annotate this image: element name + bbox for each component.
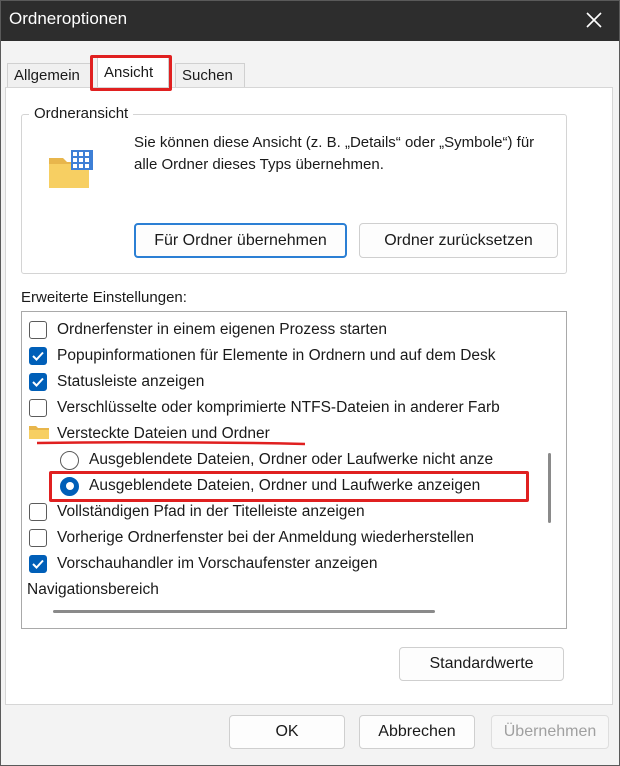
list-item-label: Popupinformationen für Elemente in Ordne… [57, 347, 496, 364]
window-title: Ordneroptionen [9, 9, 128, 28]
cancel-button[interactable]: Abbrechen [359, 715, 475, 749]
checkbox[interactable] [29, 503, 47, 521]
title-bar: Ordneroptionen [1, 1, 619, 41]
checkbox[interactable] [29, 321, 47, 339]
list-item-label: Navigationsbereich [27, 581, 159, 598]
folder-view-icon [47, 144, 97, 194]
list-item-group: Navigationsbereich [27, 577, 547, 603]
vertical-scrollbar[interactable] [548, 453, 551, 523]
list-item[interactable]: Vollständigen Pfad in der Titelleiste an… [29, 499, 549, 525]
list-item-label: Vorherige Ordnerfenster bei der Anmeldun… [57, 529, 475, 546]
folder-view-description: Sie können diese Ansicht (z. B. „Details… [134, 134, 535, 173]
list-item[interactable]: Ausgeblendete Dateien, Ordner und Laufwe… [60, 473, 566, 499]
checkbox[interactable] [29, 399, 47, 417]
list-item[interactable]: Vorherige Ordnerfenster bei der Anmeldun… [29, 525, 549, 551]
folder-options-dialog: Ordneroptionen Allgemein Ansicht Suchen … [0, 0, 620, 766]
list-item-label: Ausgeblendete Dateien, Ordner und Laufwe… [89, 477, 481, 494]
horizontal-scrollbar[interactable] [53, 610, 435, 613]
list-item-label: Ausgeblendete Dateien, Ordner oder Laufw… [89, 451, 494, 468]
checkbox-checked[interactable] [29, 373, 47, 391]
ok-button[interactable]: OK [229, 715, 345, 749]
list-item[interactable]: Vorschauhandler im Vorschaufenster anzei… [29, 551, 549, 577]
close-icon[interactable] [579, 5, 609, 35]
list-item-label: Vollständigen Pfad in der Titelleiste an… [57, 503, 365, 520]
radio-button[interactable] [60, 450, 79, 470]
list-item-label: Ordnerfenster in einem eigenen Prozess s… [57, 321, 387, 338]
defaults-button[interactable]: Standardwerte [399, 647, 564, 681]
list-item-label: Vorschauhandler im Vorschaufenster anzei… [57, 555, 378, 572]
advanced-settings-label: Erweiterte Einstellungen: [21, 289, 187, 306]
list-item-label: Verschlüsselte oder komprimierte NTFS-Da… [57, 399, 500, 416]
advanced-settings-list[interactable]: Ordnerfenster in einem eigenen Prozess s… [21, 311, 567, 629]
tab-search[interactable]: Suchen [175, 63, 245, 89]
apply-button[interactable]: Übernehmen [491, 715, 609, 749]
list-item[interactable]: Statusleiste anzeigen [29, 369, 549, 395]
checkbox-checked[interactable] [29, 555, 47, 573]
list-item[interactable]: Ordnerfenster in einem eigenen Prozess s… [29, 317, 549, 343]
list-item[interactable]: Verschlüsselte oder komprimierte NTFS-Da… [29, 395, 549, 421]
checkbox-checked[interactable] [29, 347, 47, 365]
tab-strip: Allgemein Ansicht Suchen [1, 41, 619, 89]
folder-view-legend: Ordneransicht [29, 105, 134, 122]
checkbox[interactable] [29, 529, 47, 547]
reset-folders-button[interactable]: Ordner zurücksetzen [359, 223, 558, 258]
tab-view[interactable]: Ansicht [97, 57, 169, 87]
list-item[interactable]: Ausgeblendete Dateien, Ordner oder Laufw… [60, 447, 566, 473]
apply-to-folders-button[interactable]: Für Ordner übernehmen [134, 223, 347, 258]
tab-general[interactable]: Allgemein [7, 63, 91, 89]
radio-button-selected[interactable] [60, 476, 79, 496]
list-item-label: Statusleiste anzeigen [57, 373, 205, 390]
red-underline-annotation [36, 440, 306, 446]
list-item[interactable]: Popupinformationen für Elemente in Ordne… [29, 343, 549, 369]
